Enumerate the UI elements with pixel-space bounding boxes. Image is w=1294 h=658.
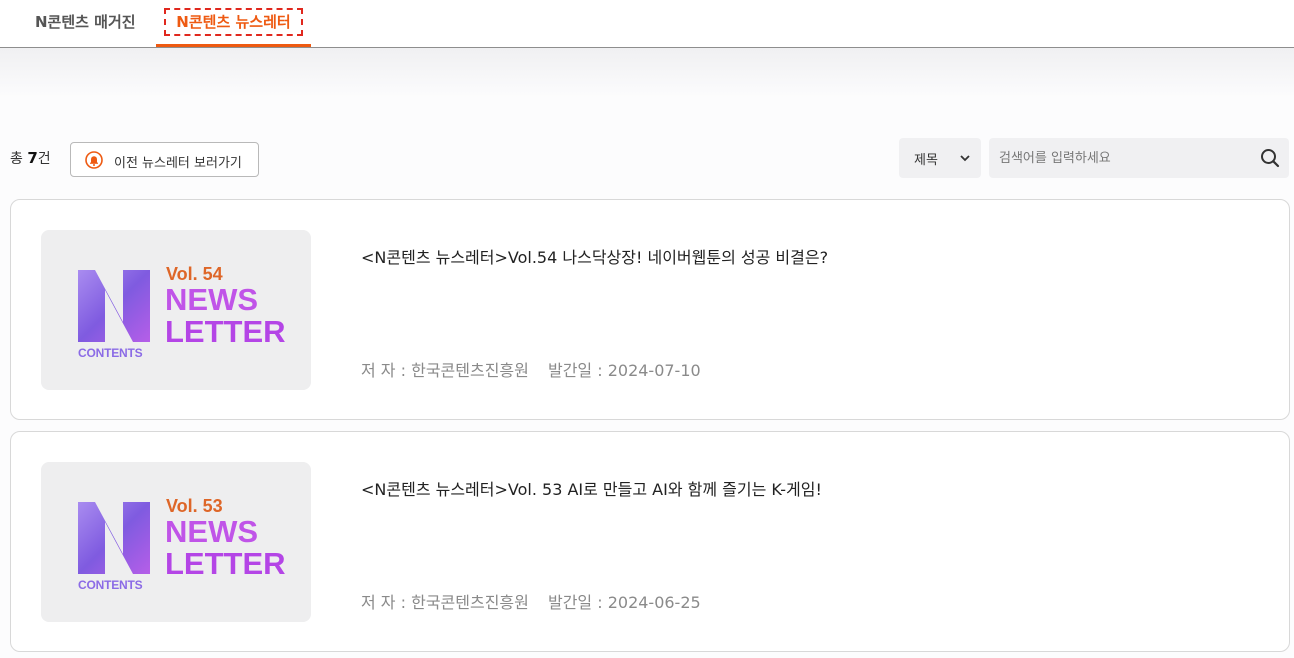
thumbnail-letter: LETTER xyxy=(165,546,286,581)
thumbnail-contents: CONTENTS xyxy=(78,578,143,592)
bell-icon xyxy=(85,151,103,169)
search-box xyxy=(989,138,1289,178)
previous-newsletter-button[interactable]: 이전 뉴스레터 보러가기 xyxy=(70,142,259,177)
author-label: 저 자 : xyxy=(361,593,407,612)
search-input[interactable] xyxy=(989,138,1251,178)
date-label: 발간일 : xyxy=(547,593,603,612)
tab-label: N콘텐츠 매거진 xyxy=(35,13,136,31)
tab-n-contents-newsletter[interactable]: N콘텐츠 뉴스레터 xyxy=(156,0,311,47)
search-field-select[interactable]: 제목 xyxy=(899,138,981,178)
date-value: 2024-07-10 xyxy=(607,361,701,380)
tab-bar: N콘텐츠 매거진 N콘텐츠 뉴스레터 xyxy=(0,0,1294,48)
select-value: 제목 xyxy=(914,153,938,168)
newsletter-title[interactable]: <N콘텐츠 뉴스레터>Vol.54 나스닥상장! 네이버웹툰의 성공 비결은? xyxy=(361,244,828,268)
thumbnail-news: NEWS xyxy=(165,514,258,549)
count-suffix: 건 xyxy=(37,151,51,167)
tab-shadow xyxy=(0,48,1294,98)
tab-n-contents-magazine[interactable]: N콘텐츠 매거진 xyxy=(35,0,136,47)
newsletter-card[interactable]: Vol. 54 NEWS LETTER CONTENTS <N콘텐츠 뉴스레터>… xyxy=(10,199,1290,420)
newsletter-thumbnail: Vol. 54 NEWS LETTER CONTENTS xyxy=(41,230,311,390)
newsletter-meta: 저 자 : 한국콘텐츠진흥원 발간일 : 2024-06-25 xyxy=(361,589,701,613)
result-count: 총 7건 xyxy=(10,148,51,168)
thumbnail-news: NEWS xyxy=(165,282,258,317)
count-value: 7 xyxy=(27,149,38,167)
search-icon[interactable] xyxy=(1260,148,1280,168)
date-label: 발간일 : xyxy=(547,361,603,380)
author-value: 한국콘텐츠진흥원 xyxy=(411,361,529,380)
newsletter-title[interactable]: <N콘텐츠 뉴스레터>Vol. 53 AI로 만들고 AI와 함께 즐기는 K-… xyxy=(361,476,822,500)
chevron-down-icon xyxy=(960,155,970,162)
newsletter-thumbnail: Vol. 53 NEWS LETTER CONTENTS xyxy=(41,462,311,622)
newsletter-card[interactable]: Vol. 53 NEWS LETTER CONTENTS <N콘텐츠 뉴스레터>… xyxy=(10,431,1290,652)
date-value: 2024-06-25 xyxy=(607,593,701,612)
thumbnail-letter: LETTER xyxy=(165,314,286,349)
author-value: 한국콘텐츠진흥원 xyxy=(411,593,529,612)
thumbnail-contents: CONTENTS xyxy=(78,346,143,360)
author-label: 저 자 : xyxy=(361,361,407,380)
count-prefix: 총 xyxy=(10,151,23,167)
newsletter-meta: 저 자 : 한국콘텐츠진흥원 발간일 : 2024-07-10 xyxy=(361,357,701,381)
previous-newsletter-label: 이전 뉴스레터 보러가기 xyxy=(114,156,242,171)
tab-label: N콘텐츠 뉴스레터 xyxy=(176,13,291,31)
